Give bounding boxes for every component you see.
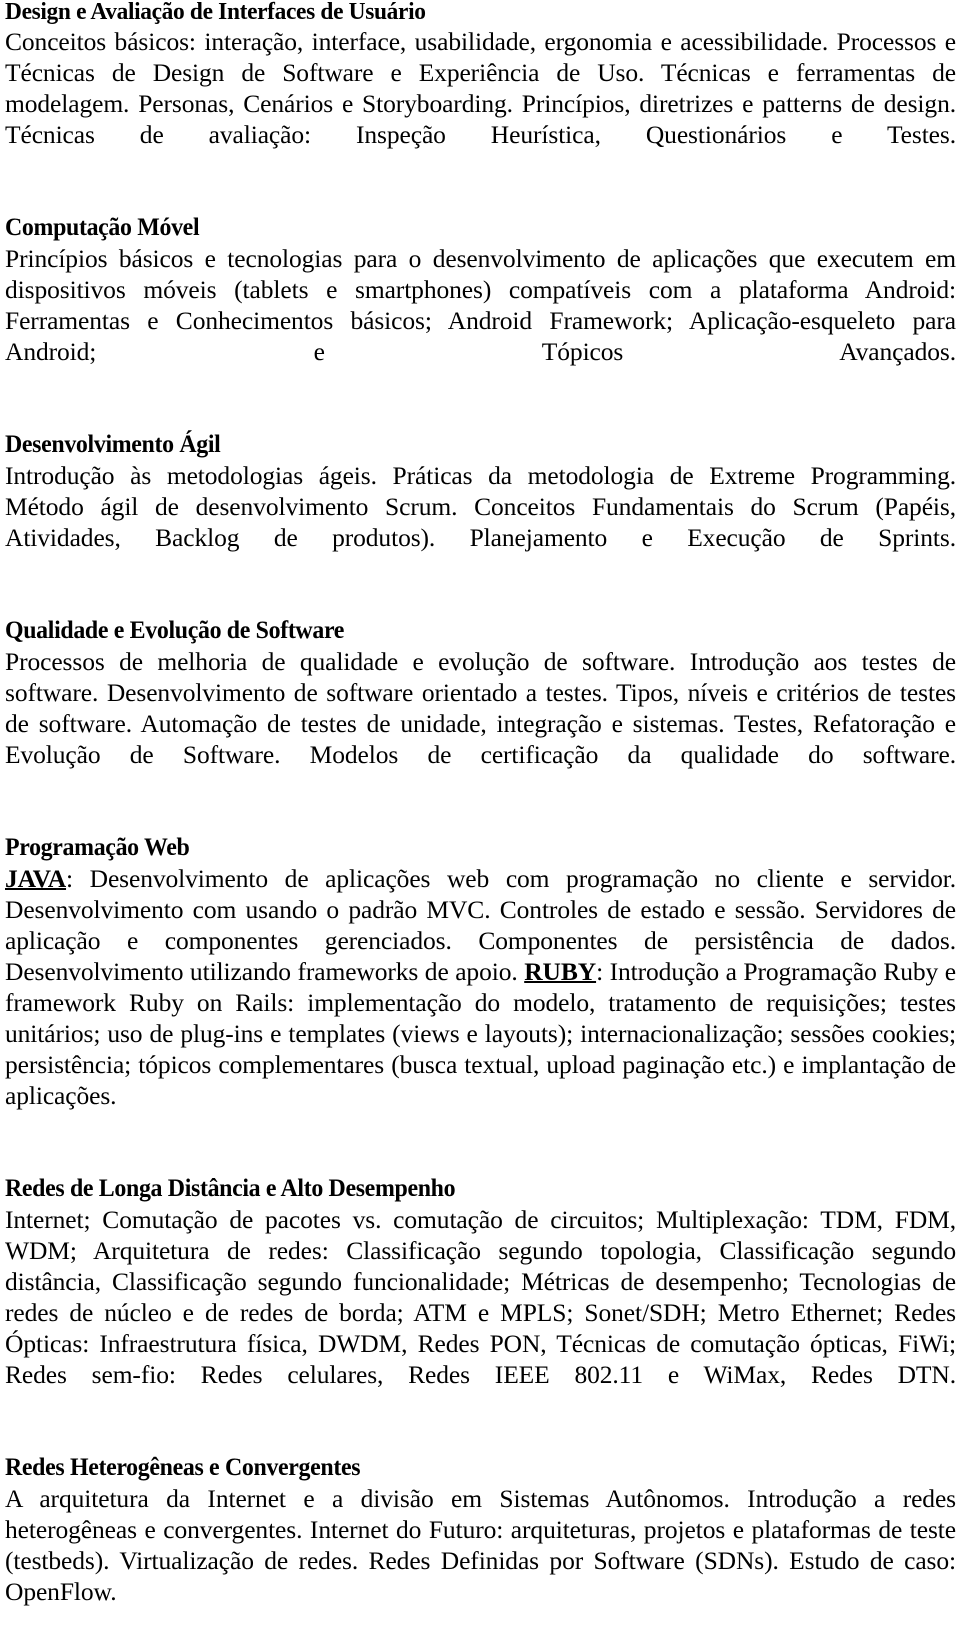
section-body: Processos de melhoria de qualidade e evo… (5, 647, 956, 769)
section-body: Conceitos básicos: interação, interface,… (5, 27, 956, 149)
section-body: Princípios básicos e tecnologias para o … (5, 244, 956, 366)
section-redes-longa-distancia: Redes de Longa Distância e Alto Desempen… (5, 1173, 956, 1421)
section-desenvolvimento-agil: Desenvolvimento Ágil Introdução às metod… (5, 429, 956, 584)
inline-keyword: JAVA (5, 864, 67, 893)
section-body: Internet; Comutação de pacotes vs. comut… (5, 1205, 956, 1389)
section-qualidade-evolucao-software: Qualidade e Evolução de Software Process… (5, 615, 956, 801)
section-heading: Computação Móvel (5, 214, 200, 241)
section-computacao-movel: Computação Móvel Princípios básicos e te… (5, 212, 956, 398)
section-heading: Design e Avaliação de Interfaces de Usuá… (5, 0, 426, 25)
section-heading: Redes de Longa Distância e Alto Desempen… (5, 1175, 456, 1202)
section-programacao-web: Programação Web JAVA: Desenvolvimento de… (5, 832, 956, 1142)
section-design-avaliacao-interfaces: Design e Avaliação de Interfaces de Usuá… (5, 0, 956, 181)
document-page: Design e Avaliação de Interfaces de Usuá… (0, 0, 960, 1606)
section-heading: Desenvolvimento Ágil (5, 431, 221, 458)
section-body: A arquitetura da Internet e a divisão em… (5, 1484, 956, 1606)
section-heading: Programação Web (5, 834, 190, 861)
section-heading: Qualidade e Evolução de Software (5, 617, 345, 644)
section-body: Introdução às metodologias ágeis. Prátic… (5, 461, 956, 552)
inline-keyword: RUBY (524, 957, 597, 986)
section-redes-heterogeneas-convergentes: Redes Heterogêneas e Convergentes A arqu… (5, 1452, 956, 1638)
section-body: JAVA: Desenvolvimento de aplicações web … (5, 864, 956, 1110)
